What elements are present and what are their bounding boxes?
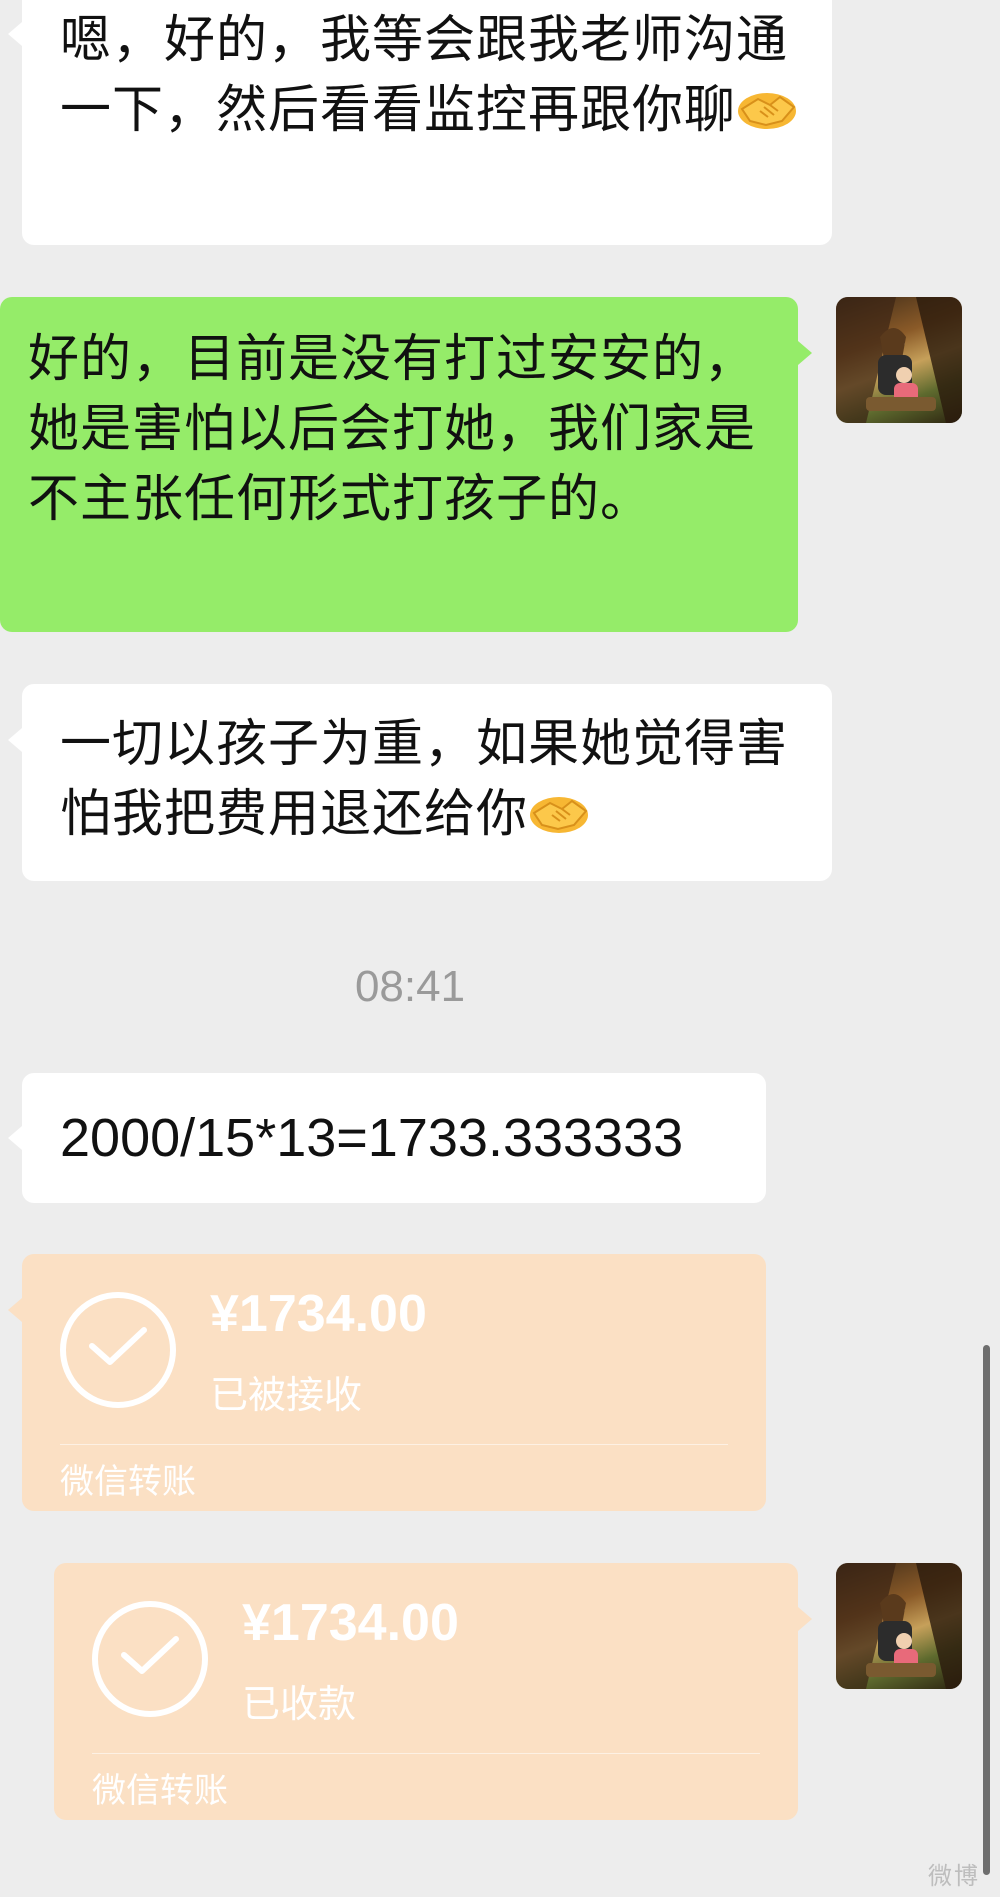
bubble-tail — [8, 728, 22, 752]
divider — [92, 1753, 760, 1754]
transfer-status: 已收款 — [242, 1682, 357, 1726]
message-text: 一切以孩子为重，如果她觉得害怕我把费用退还给你 — [60, 715, 789, 844]
transfer-card-received[interactable]: ¥1734.00 已被接收 微信转账 — [8, 1254, 766, 1511]
transfer-brand-label: 微信转账 — [60, 1462, 196, 1502]
transfer-card-sent[interactable]: ¥1734.00 已收款 微信转账 — [54, 1563, 812, 1820]
bubble-tail — [798, 341, 812, 365]
message-received[interactable]: 一切以孩子为重，如果她觉得害怕我把费用退还给你 — [8, 684, 832, 881]
bubble-tail — [8, 22, 22, 46]
avatar[interactable] — [836, 297, 962, 423]
message-sent[interactable]: 好的，目前是没有打过安安的，她是害怕以后会打她，我们家是不主张任何形式打孩子的。 — [0, 297, 812, 632]
transfer-status: 已被接收 — [210, 1373, 363, 1417]
message-text: 嗯，好的，我等会跟我老师沟通一下，然后看看监控再跟你聊 — [60, 6, 802, 146]
check-circle-icon — [92, 1601, 208, 1717]
bubble-tail — [8, 1298, 22, 1322]
message-text: 2000/15*13=1733.333333 — [60, 1108, 684, 1168]
transfer-amount: ¥1734.00 — [242, 1594, 459, 1652]
timestamp: 08:41 — [354, 962, 466, 1011]
message-received[interactable]: 2000/15*13=1733.333333 — [8, 1073, 766, 1203]
message-text: 好的，目前是没有打过安安的，她是害怕以后会打她，我们家是不主张任何形式打孩子的。 — [28, 330, 757, 529]
avatar-photo — [836, 1563, 962, 1689]
handshake-emoji-icon — [530, 797, 589, 833]
bubble-tail — [798, 1607, 812, 1631]
message-received[interactable]: 嗯，好的，我等会跟我老师沟通一下，然后看看监控再跟你聊 — [8, 0, 832, 245]
avatar[interactable] — [836, 1563, 962, 1689]
watermark: 微博 — [928, 1863, 980, 1890]
transfer-brand-label: 微信转账 — [92, 1771, 228, 1811]
transfer-amount: ¥1734.00 — [210, 1285, 427, 1343]
scrollbar[interactable] — [983, 1345, 990, 1875]
bubble-tail — [8, 1126, 22, 1150]
handshake-emoji-icon — [738, 93, 797, 129]
divider — [60, 1444, 728, 1445]
check-circle-icon — [60, 1292, 176, 1408]
avatar-photo — [836, 297, 962, 423]
